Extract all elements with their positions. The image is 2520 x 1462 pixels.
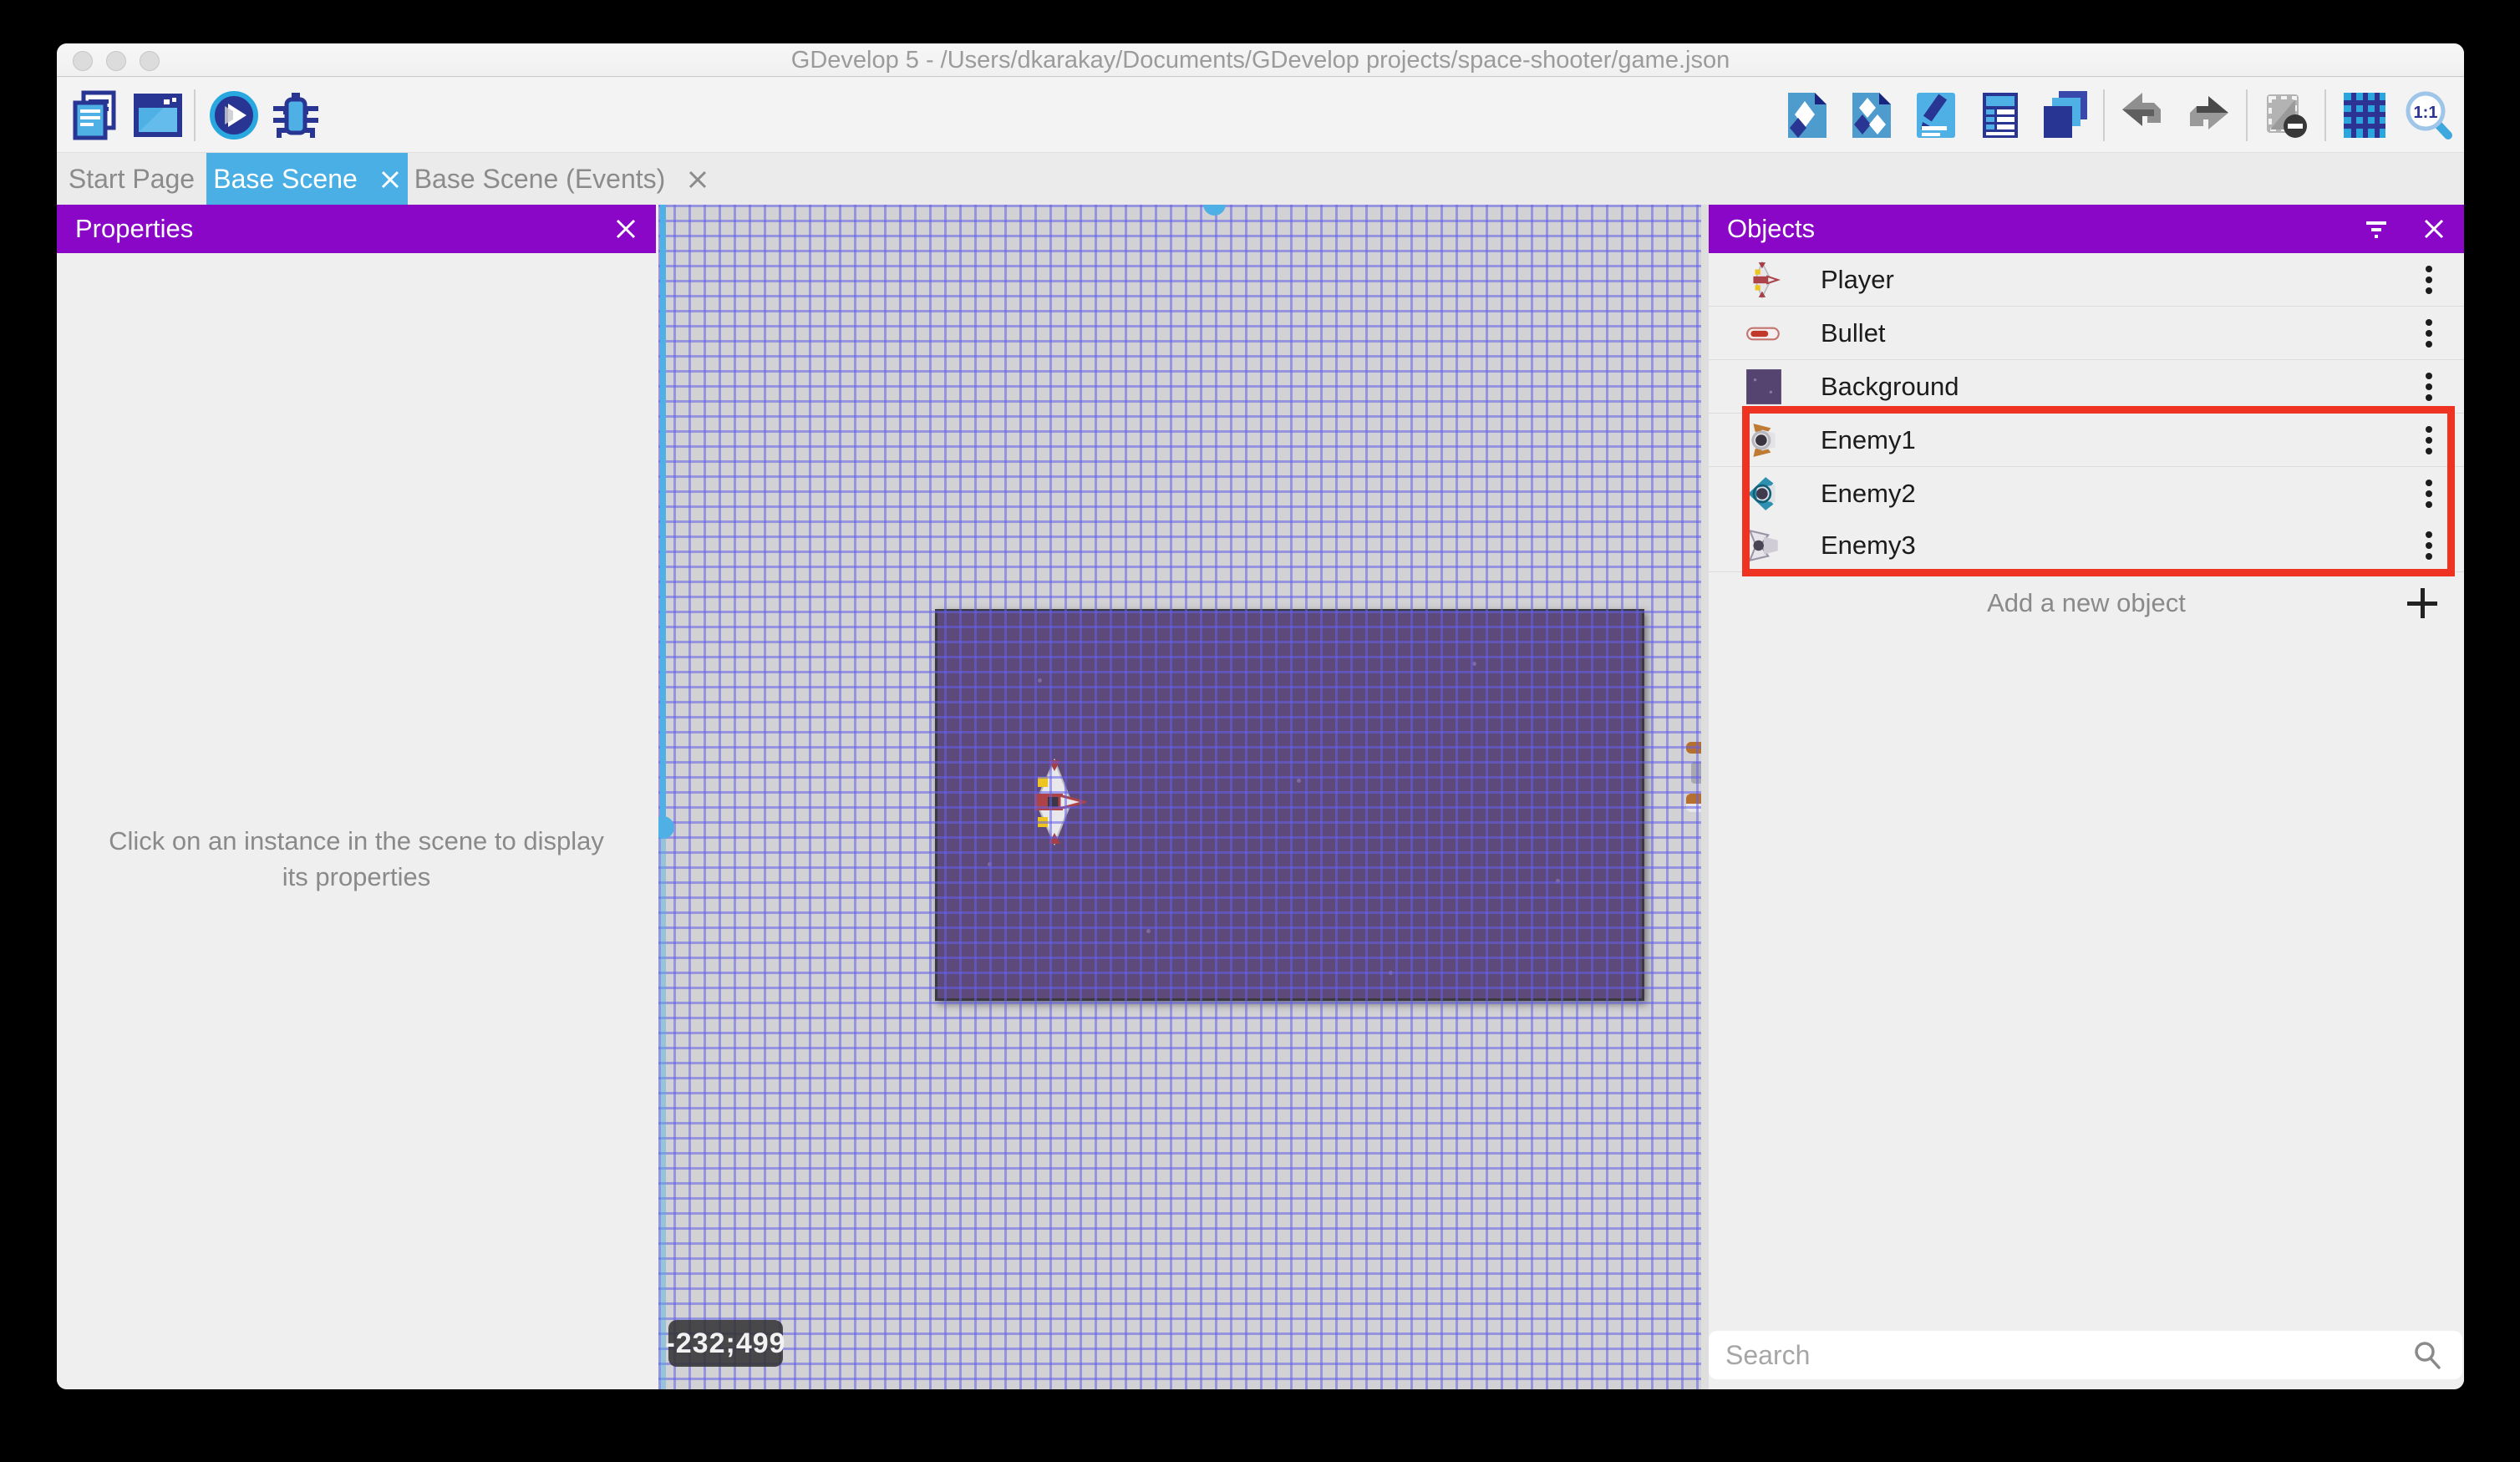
object-menu-icon[interactable] bbox=[2426, 531, 2432, 560]
content-area: Properties Click on an instance in the s… bbox=[57, 205, 2464, 1389]
object-menu-icon[interactable] bbox=[2426, 373, 2432, 401]
enemy2-object-icon bbox=[1745, 475, 1783, 513]
objects-panel-title: Objects bbox=[1727, 214, 2364, 244]
object-row-enemy2[interactable]: Enemy2 bbox=[1709, 467, 2464, 520]
object-row-background[interactable]: Background bbox=[1709, 360, 2464, 414]
object-row-bullet[interactable]: Bullet bbox=[1709, 307, 2464, 360]
objects-editor-icon[interactable] bbox=[1781, 89, 1833, 141]
objects-panel: Objects bbox=[1709, 205, 2464, 1389]
undo-icon[interactable] bbox=[2117, 89, 2169, 141]
properties-panel-title: Properties bbox=[75, 214, 614, 244]
toolbar-divider bbox=[2246, 89, 2248, 141]
window-title: GDevelop 5 - /Users/dkarakay/Documents/G… bbox=[57, 43, 2464, 77]
tab-bar: Start Page Base Scene Base Scene (Events… bbox=[57, 152, 2464, 205]
background-object-icon bbox=[1745, 368, 1783, 406]
tab-label: Base Scene (Events) bbox=[414, 164, 666, 195]
main-toolbar: 1:1 bbox=[57, 78, 2464, 152]
enemy1-object-icon bbox=[1745, 421, 1783, 459]
close-panel-icon[interactable] bbox=[2422, 217, 2446, 241]
project-manager-icon[interactable] bbox=[69, 89, 120, 141]
scene-window-icon[interactable] bbox=[132, 89, 184, 141]
object-menu-icon[interactable] bbox=[2426, 266, 2432, 294]
object-name: Bullet bbox=[1821, 318, 2426, 348]
object-name: Background bbox=[1821, 372, 2426, 402]
selection-edge bbox=[660, 205, 666, 827]
close-tab-icon[interactable] bbox=[687, 169, 709, 190]
bullet-object-icon bbox=[1745, 314, 1783, 353]
object-name: Player bbox=[1821, 265, 2426, 295]
object-row-player[interactable]: Player bbox=[1709, 253, 2464, 307]
add-object-plus-icon[interactable] bbox=[2404, 585, 2441, 622]
enemy-fragment[interactable] bbox=[1686, 804, 1701, 812]
title-bar: GDevelop 5 - /Users/dkarakay/Documents/G… bbox=[57, 43, 2464, 77]
play-preview-icon[interactable] bbox=[208, 89, 260, 141]
object-groups-icon[interactable] bbox=[1846, 89, 1898, 141]
tab-label: Base Scene bbox=[213, 164, 358, 195]
properties-panel-body: Click on an instance in the scene to dis… bbox=[57, 253, 656, 1389]
properties-panel-header: Properties bbox=[57, 205, 656, 253]
object-menu-icon[interactable] bbox=[2426, 319, 2432, 348]
add-object-button[interactable]: Add a new object bbox=[1709, 588, 2464, 618]
object-row-enemy1[interactable]: Enemy1 bbox=[1709, 414, 2464, 467]
object-row-enemy3[interactable]: Enemy3 bbox=[1709, 519, 2464, 572]
object-name: Enemy2 bbox=[1821, 479, 2426, 509]
enemy-fragment[interactable] bbox=[1686, 794, 1701, 804]
object-name: Enemy3 bbox=[1821, 530, 2426, 561]
player-ship-instance[interactable] bbox=[1023, 759, 1086, 845]
object-menu-icon[interactable] bbox=[2426, 426, 2432, 454]
tab-base-scene-events[interactable]: Base Scene (Events) bbox=[408, 153, 715, 206]
toolbar-divider bbox=[194, 89, 196, 141]
toolbar-divider bbox=[2103, 89, 2105, 141]
instances-list-icon[interactable] bbox=[1974, 89, 2026, 141]
canvas-scrollbar-strip[interactable] bbox=[1701, 205, 1709, 1389]
tab-start-page[interactable]: Start Page bbox=[57, 153, 206, 206]
cursor-coordinates-badge: -232;499 bbox=[668, 1320, 783, 1367]
objects-panel-header: Objects bbox=[1709, 205, 2464, 253]
close-tab-icon[interactable] bbox=[379, 169, 401, 190]
render-mask-icon[interactable] bbox=[2260, 89, 2312, 141]
properties-panel-icon[interactable] bbox=[1910, 89, 1962, 141]
grid-toggle-icon[interactable] bbox=[2339, 89, 2390, 141]
filter-icon[interactable] bbox=[2364, 216, 2389, 241]
enemy3-object-icon bbox=[1745, 526, 1783, 565]
player-object-icon bbox=[1745, 261, 1783, 299]
layers-editor-icon[interactable] bbox=[2039, 89, 2091, 141]
toolbar-divider bbox=[2324, 89, 2326, 141]
tab-label: Start Page bbox=[69, 164, 195, 195]
selection-handle-left[interactable] bbox=[658, 816, 674, 839]
selection-edge bbox=[660, 827, 666, 1389]
enemy-fragment[interactable] bbox=[1686, 742, 1701, 754]
tab-base-scene[interactable]: Base Scene bbox=[206, 153, 408, 206]
redo-icon[interactable] bbox=[2182, 89, 2233, 141]
app-window: GDevelop 5 - /Users/dkarakay/Documents/G… bbox=[57, 43, 2464, 1389]
zoom-label: 1:1 bbox=[2414, 104, 2438, 122]
object-name: Enemy1 bbox=[1821, 425, 2426, 455]
properties-panel: Properties Click on an instance in the s… bbox=[57, 205, 656, 1389]
zoom-original-icon[interactable]: 1:1 bbox=[2403, 89, 2455, 141]
search-input[interactable] bbox=[1709, 1340, 2411, 1371]
object-search-bar bbox=[1709, 1331, 2462, 1379]
close-panel-icon[interactable] bbox=[614, 217, 638, 241]
debugger-bug-icon[interactable] bbox=[270, 89, 322, 141]
selection-handle-top[interactable] bbox=[1203, 205, 1226, 216]
search-icon[interactable] bbox=[2411, 1338, 2444, 1372]
enemy-fragment[interactable] bbox=[1691, 762, 1701, 784]
scene-canvas[interactable]: -232;499 bbox=[658, 205, 1701, 1389]
add-object-row: Add a new object bbox=[1709, 576, 2464, 630]
properties-empty-message: Click on an instance in the scene to dis… bbox=[106, 823, 607, 896]
object-menu-icon[interactable] bbox=[2426, 480, 2432, 508]
